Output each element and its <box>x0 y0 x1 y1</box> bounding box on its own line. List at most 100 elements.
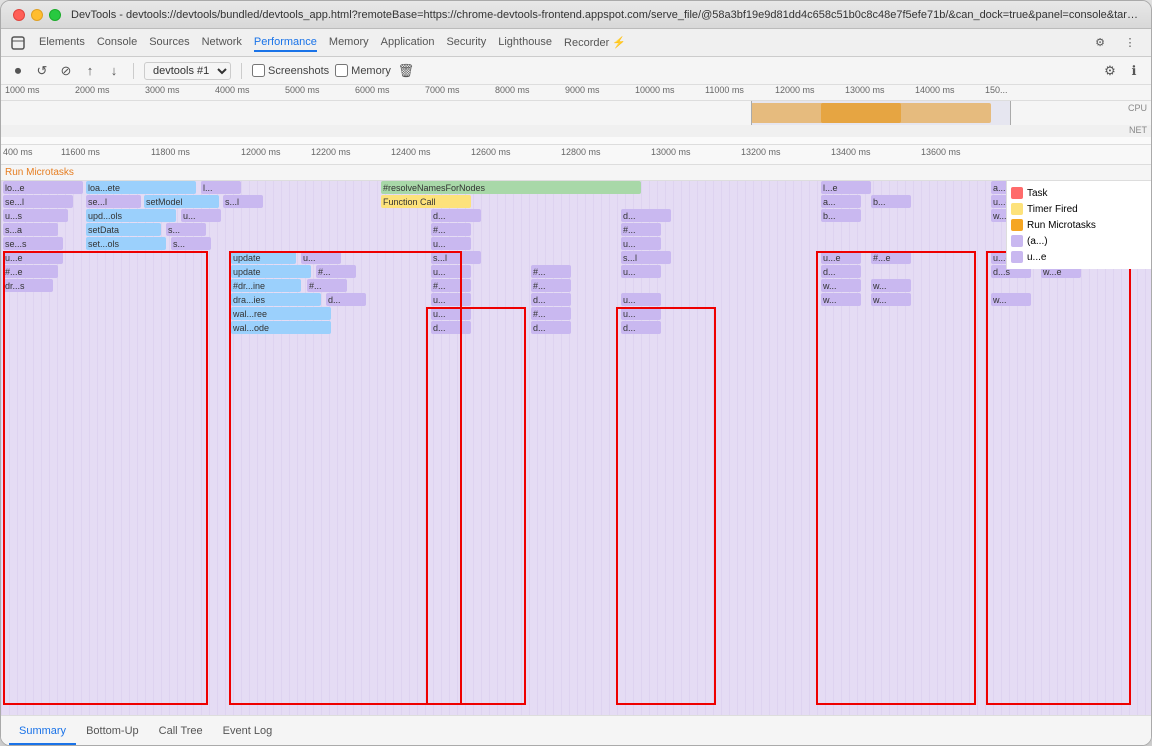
block-u-r5b[interactable]: u... <box>621 237 661 250</box>
block-d-r9[interactable]: d... <box>326 293 366 306</box>
screenshots-checkbox[interactable] <box>252 64 265 77</box>
block-d-r9b[interactable]: d... <box>531 293 571 306</box>
block-u-e-r6b[interactable]: u...e <box>821 251 861 264</box>
block-d-r11c[interactable]: d... <box>621 321 661 334</box>
block-u-r9a[interactable]: u... <box>431 293 471 306</box>
close-button[interactable] <box>13 9 25 21</box>
nav-network[interactable]: Network <box>202 34 242 52</box>
nav-sources[interactable]: Sources <box>149 34 189 52</box>
block-wal-ode[interactable]: wal...ode <box>231 321 331 334</box>
block-hash-r8[interactable]: #... <box>307 279 347 292</box>
block-se-s-r5[interactable]: se...s <box>3 237 63 250</box>
refresh-button[interactable]: ↺ <box>33 62 51 80</box>
block-hash-r4b[interactable]: #... <box>621 223 661 236</box>
block-hash-r4a[interactable]: #... <box>431 223 471 236</box>
nav-elements[interactable]: Elements <box>39 34 85 52</box>
block-l[interactable]: l... <box>201 181 241 194</box>
nav-memory[interactable]: Memory <box>329 34 369 52</box>
block-setmodel[interactable]: setModel <box>144 195 219 208</box>
block-s-l-r2[interactable]: s...l <box>223 195 263 208</box>
block-setdata[interactable]: setData <box>86 223 161 236</box>
block-d-r11a[interactable]: d... <box>431 321 471 334</box>
tab-summary[interactable]: Summary <box>9 719 76 745</box>
flame-row-4: s...a setData s... #... #... <box>1 223 1151 237</box>
clear-button[interactable]: ⊘ <box>57 62 75 80</box>
devtools-icon[interactable] <box>9 34 27 52</box>
block-dr-s-r8[interactable]: dr...s <box>3 279 53 292</box>
block-s-r5[interactable]: s... <box>171 237 211 250</box>
block-set-ols[interactable]: set...ols <box>86 237 166 250</box>
tab-call-tree[interactable]: Call Tree <box>149 719 213 745</box>
block-b-r2[interactable]: b... <box>871 195 911 208</box>
block-resolve-names[interactable]: #resolveNamesForNodes <box>381 181 641 194</box>
block-d-r11b[interactable]: d... <box>531 321 571 334</box>
nav-lighthouse[interactable]: Lighthouse <box>498 34 552 52</box>
block-update-r6[interactable]: update <box>231 251 296 264</box>
nav-recorder[interactable]: Recorder ⚡ <box>564 34 626 52</box>
block-wal-ree[interactable]: wal...ree <box>231 307 331 320</box>
block-hash-r10[interactable]: #... <box>531 307 571 320</box>
info-icon[interactable]: ℹ <box>1125 62 1143 80</box>
block-hash-r7[interactable]: #... <box>316 265 356 278</box>
block-w-r9b[interactable]: w... <box>871 293 911 306</box>
nav-security[interactable]: Security <box>446 34 486 52</box>
block-hash-r8b[interactable]: #... <box>431 279 471 292</box>
settings-icon2[interactable]: ⚙ <box>1101 62 1119 80</box>
block-d-r7[interactable]: d... <box>821 265 861 278</box>
block-loa-ete[interactable]: loa...ete <box>86 181 196 194</box>
block-d-r3a[interactable]: d... <box>431 209 481 222</box>
delete-icon[interactable]: 🗑 <box>397 62 415 80</box>
block-u-r6[interactable]: u... <box>301 251 341 264</box>
block-w-r9[interactable]: w... <box>821 293 861 306</box>
nav-application[interactable]: Application <box>381 34 435 52</box>
block-w-r8[interactable]: w... <box>821 279 861 292</box>
nav-console[interactable]: Console <box>97 34 137 52</box>
block-sl-r6a[interactable]: s...l <box>431 251 481 264</box>
block-s-a-r4[interactable]: s...a <box>3 223 58 236</box>
memory-checkbox[interactable] <box>335 64 348 77</box>
flame-content[interactable]: lo...e loa...ete l... #resolveNamesForNo… <box>1 181 1151 715</box>
block-se-l-r2[interactable]: se...l <box>3 195 73 208</box>
block-u-e-r6[interactable]: u...e <box>3 251 63 264</box>
block-l-e-r1[interactable]: l...e <box>821 181 871 194</box>
tick-3000: 3000 ms <box>145 85 180 95</box>
block-u-r5a[interactable]: u... <box>431 237 471 250</box>
block-u-s-r3[interactable]: u...s <box>3 209 68 222</box>
block-u-r10b[interactable]: u... <box>621 307 661 320</box>
maximize-button[interactable] <box>49 9 61 21</box>
block-upd-ols[interactable]: upd...ols <box>86 209 176 222</box>
download-button[interactable]: ↓ <box>105 62 123 80</box>
block-u-r7a[interactable]: u... <box>431 265 471 278</box>
block-w-r8b[interactable]: w... <box>871 279 911 292</box>
upload-button[interactable]: ↑ <box>81 62 99 80</box>
block-hash-e-r7[interactable]: #...e <box>3 265 58 278</box>
settings-icon[interactable]: ⚙ <box>1091 34 1109 52</box>
minimize-button[interactable] <box>31 9 43 21</box>
block-w-r9c[interactable]: w... <box>991 293 1031 306</box>
block-se-l2[interactable]: se...l <box>86 195 141 208</box>
more-icon[interactable]: ⋮ <box>1121 34 1139 52</box>
block-function-call[interactable]: Function Call <box>381 195 471 208</box>
nav-performance[interactable]: Performance <box>254 34 317 52</box>
tab-bottom-up[interactable]: Bottom-Up <box>76 719 149 745</box>
timeline-overview[interactable]: 1000 ms 2000 ms 3000 ms 4000 ms 5000 ms … <box>1 85 1151 145</box>
block-dr-ine[interactable]: #dr...ine <box>231 279 301 292</box>
block-u-r3[interactable]: u... <box>181 209 221 222</box>
block-dra-ies[interactable]: dra...ies <box>231 293 321 306</box>
block-s-r4[interactable]: s... <box>166 223 206 236</box>
block-u-r10[interactable]: u... <box>431 307 471 320</box>
record-button[interactable]: ⏺ <box>9 62 27 80</box>
tab-event-log[interactable]: Event Log <box>213 719 283 745</box>
block-hash-e-r6c[interactable]: #...e <box>871 251 911 264</box>
target-select[interactable]: devtools #1 <box>144 62 231 80</box>
block-sl-r6b[interactable]: s...l <box>621 251 671 264</box>
block-u-r7c[interactable]: u... <box>621 265 661 278</box>
block-lo-e[interactable]: lo...e <box>3 181 83 194</box>
block-d-r3b[interactable]: d... <box>621 209 671 222</box>
block-update-r7b[interactable]: update <box>231 265 311 278</box>
block-hash-r7b[interactable]: #... <box>531 265 571 278</box>
block-b-r3[interactable]: b... <box>821 209 861 222</box>
block-u-r9c[interactable]: u... <box>621 293 661 306</box>
block-hash-r8c[interactable]: #... <box>531 279 571 292</box>
block-a-r2[interactable]: a... <box>821 195 861 208</box>
